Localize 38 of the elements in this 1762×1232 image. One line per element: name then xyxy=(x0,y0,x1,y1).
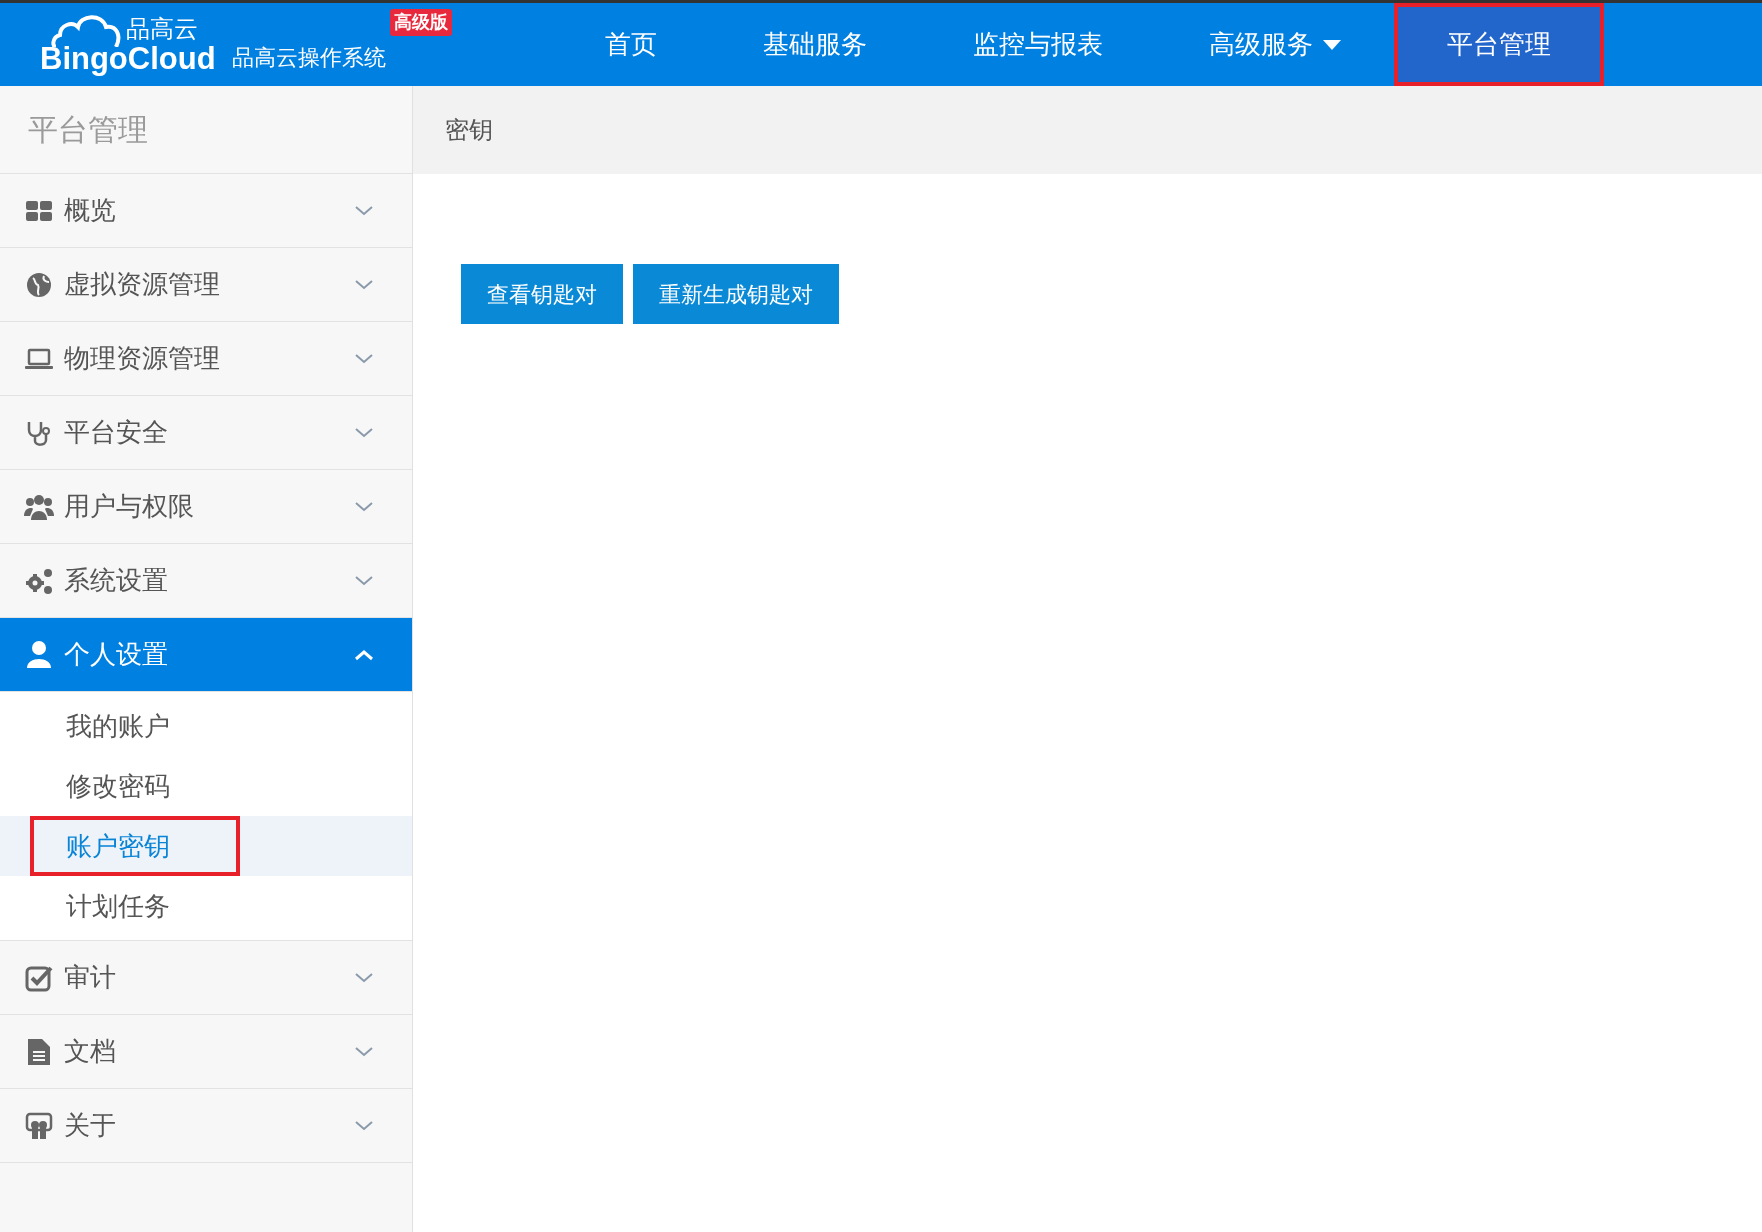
chevron-down-icon xyxy=(354,1045,374,1058)
sidebar-menu-item[interactable]: 个人设置 xyxy=(0,618,412,692)
user-icon xyxy=(24,639,54,670)
sidebar-menu-item[interactable]: 虚拟资源管理 xyxy=(0,248,412,322)
chevron-down-icon xyxy=(354,500,374,513)
nav-tab[interactable]: 高级服务 xyxy=(1156,3,1394,86)
nav-tab[interactable]: 首页 xyxy=(552,3,710,86)
submenu-item[interactable]: 修改密码 xyxy=(30,756,240,816)
action-button[interactable]: 查看钥匙对 xyxy=(461,264,623,324)
presentation-icon xyxy=(24,1110,54,1141)
breadcrumb-text: 密钥 xyxy=(445,115,493,145)
nav-tab[interactable]: 平台管理 xyxy=(1394,3,1604,86)
action-button[interactable]: 重新生成钥匙对 xyxy=(633,264,839,324)
sidebar-menu-item[interactable]: 审计 xyxy=(0,941,412,1015)
chevron-down-icon xyxy=(354,352,374,365)
sidebar-menu-item[interactable]: 平台安全 xyxy=(0,396,412,470)
submenu-item[interactable]: 计划任务 xyxy=(30,876,240,936)
sidebar-menu-item[interactable]: 用户与权限 xyxy=(0,470,412,544)
chevron-up-icon xyxy=(354,648,374,661)
logo-wordmark: BingoCloud xyxy=(40,43,216,74)
chevron-down-icon xyxy=(354,1119,374,1132)
sidebar-menu-item[interactable]: 关于 xyxy=(0,1089,412,1163)
sidebar-menu-item[interactable]: 物理资源管理 xyxy=(0,322,412,396)
nav-tab[interactable]: 基础服务 xyxy=(710,3,920,86)
chevron-down-icon xyxy=(354,971,374,984)
nav-tab[interactable]: 监控与报表 xyxy=(920,3,1156,86)
chevron-down-icon xyxy=(354,574,374,587)
system-name: 品高云操作系统 xyxy=(231,45,386,70)
submenu-item[interactable]: 我的账户 xyxy=(30,696,240,756)
logo-text: 品高云 xyxy=(126,17,198,41)
edition-badge: 高级版 xyxy=(389,9,452,36)
chevron-down-icon xyxy=(354,426,374,439)
sidebar-menu-item[interactable]: 文档 xyxy=(0,1015,412,1089)
caret-icon xyxy=(1323,38,1341,51)
sidebar-menu-item[interactable]: 概览 xyxy=(0,174,412,248)
chevron-down-icon xyxy=(354,278,374,291)
sidebar-title: 平台管理 xyxy=(28,112,148,148)
chevron-down-icon xyxy=(354,204,374,217)
